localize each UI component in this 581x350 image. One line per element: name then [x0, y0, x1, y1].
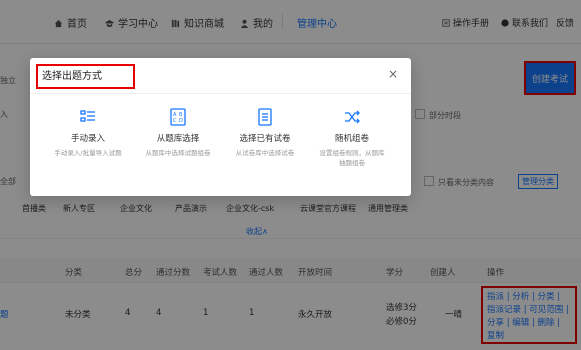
option-title: 手动录入: [70, 134, 105, 144]
option-title: 从题库选择: [156, 134, 200, 144]
option-random-paper[interactable]: 随机组卷 设置组卷规则，从题库抽题组卷: [312, 108, 392, 168]
option-description: 从题库中选择试题组卷: [145, 149, 211, 157]
dialog-title: 选择出题方式: [36, 64, 135, 89]
option-description: 手动录入/批量导入试题: [54, 149, 122, 157]
list-icon: [80, 110, 95, 122]
svg-text:D: D: [179, 118, 183, 124]
svg-text:C: C: [173, 118, 177, 124]
option-from-question-bank[interactable]: A B C D 从题库选择 从题库中选择试题组卷: [138, 108, 218, 158]
option-manual-entry[interactable]: 手动录入 手动录入/批量导入试题: [48, 108, 128, 158]
option-description: 从试卷库中选择试卷: [235, 149, 295, 157]
option-title: 选择已有试卷: [239, 134, 291, 144]
question-bank-icon: A B C D: [170, 108, 186, 126]
question-method-dialog: 选择出题方式 × 手动录入 手动录入/批量导入试题 A B C D 从题库选择 …: [30, 58, 411, 196]
option-title: 随机组卷: [334, 134, 369, 144]
close-icon[interactable]: ×: [388, 67, 398, 81]
shuffle-icon: [345, 110, 360, 124]
dialog-divider: [30, 93, 411, 94]
option-existing-paper[interactable]: 选择已有试卷 从试卷库中选择试卷: [225, 108, 305, 158]
document-icon: [258, 108, 272, 126]
option-description: 设置组卷规则，从题库抽题组卷: [319, 149, 385, 167]
